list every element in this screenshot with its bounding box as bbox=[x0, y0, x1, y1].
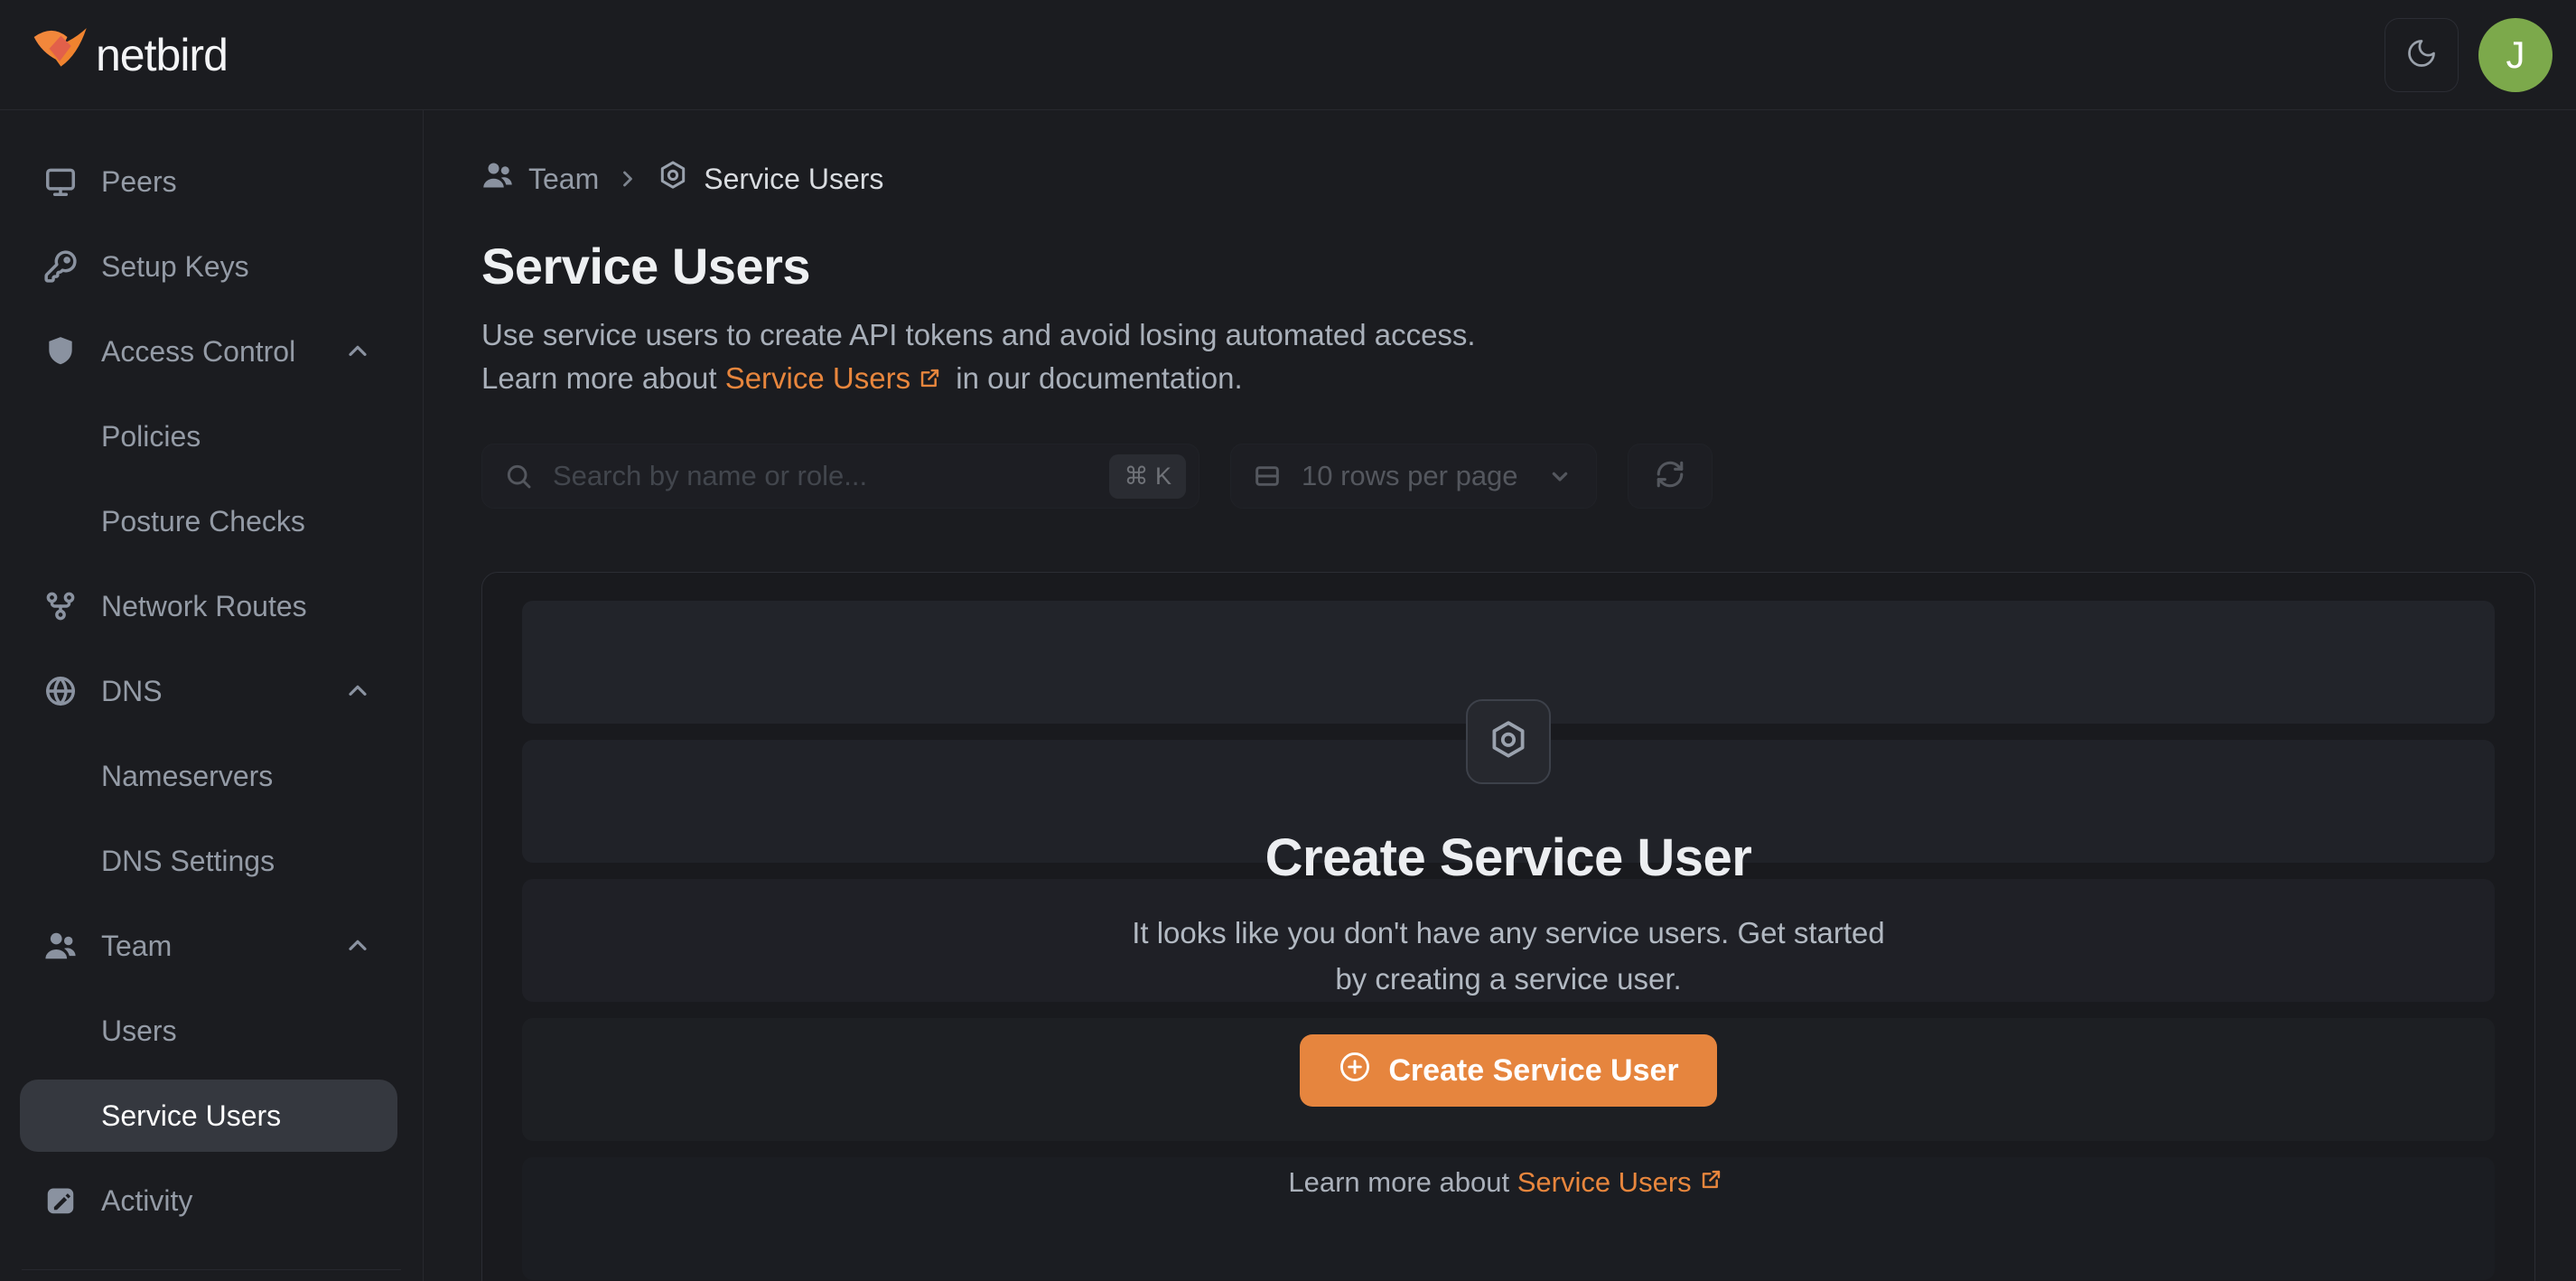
sidebar-item-label: Service Users bbox=[101, 1099, 281, 1133]
monitor-icon bbox=[43, 164, 78, 199]
learn-more-suffix: in our documentation. bbox=[956, 361, 1242, 395]
learn-more-prefix: Learn more about bbox=[481, 361, 717, 395]
refresh-button[interactable] bbox=[1628, 444, 1713, 509]
sidebar-item-label: DNS Settings bbox=[101, 845, 275, 878]
breadcrumb-label: Service Users bbox=[704, 163, 883, 196]
sidebar-item-label: Activity bbox=[101, 1184, 192, 1218]
breadcrumb-label: Team bbox=[528, 163, 599, 196]
rows-icon bbox=[1253, 462, 1282, 491]
rows-per-page-label: 10 rows per page bbox=[1302, 460, 1518, 492]
create-service-user-button[interactable]: Create Service User bbox=[1300, 1034, 1716, 1107]
service-user-hexagon-icon bbox=[1487, 718, 1530, 766]
fork-icon bbox=[43, 589, 78, 623]
search-box: ⌘ K bbox=[481, 444, 1199, 509]
page-description: Use service users to create API tokens a… bbox=[481, 313, 2535, 402]
sidebar-item-dns[interactable]: DNS bbox=[0, 649, 423, 734]
page-description-line1: Use service users to create API tokens a… bbox=[481, 313, 2535, 357]
create-service-user-button-label: Create Service User bbox=[1388, 1053, 1678, 1089]
shield-icon bbox=[43, 334, 78, 369]
logo-text: netbird bbox=[96, 29, 228, 81]
sidebar-item-label: Network Routes bbox=[101, 590, 307, 623]
top-bar-actions: J bbox=[2385, 18, 2553, 92]
sidebar-item-network-routes[interactable]: Network Routes bbox=[0, 564, 423, 649]
empty-state: Create Service User It looks like you do… bbox=[482, 573, 2534, 1281]
refresh-icon bbox=[1655, 459, 1685, 494]
sidebar-item-label: Team bbox=[101, 930, 172, 963]
sidebar-item-label: Setup Keys bbox=[101, 250, 249, 284]
sidebar-item-label: Policies bbox=[101, 420, 201, 453]
table-toolbar: ⌘ K 10 rows per page bbox=[481, 444, 2535, 509]
service-user-icon-tile bbox=[1466, 699, 1551, 784]
empty-state-message: It looks like you don't have any service… bbox=[1125, 910, 1892, 1002]
sidebar: Peers Setup Keys Access Control Policies bbox=[0, 110, 424, 1281]
sidebar-item-policies[interactable]: Policies bbox=[0, 394, 423, 479]
service-user-hexagon-icon bbox=[657, 159, 689, 199]
learn-more-footer: Learn more about Service Users bbox=[1288, 1166, 1728, 1199]
sidebar-item-label: Users bbox=[101, 1015, 177, 1048]
external-link-icon bbox=[1699, 1166, 1723, 1199]
sidebar-item-label: Nameservers bbox=[101, 760, 273, 793]
theme-toggle-button[interactable] bbox=[2385, 18, 2459, 92]
chevron-up-icon bbox=[343, 931, 372, 960]
chevron-up-icon bbox=[343, 337, 372, 366]
chevron-up-icon bbox=[343, 677, 372, 706]
sidebar-item-team[interactable]: Team bbox=[0, 903, 423, 988]
circle-plus-icon bbox=[1338, 1050, 1372, 1092]
page-description-line2: Learn more about Service Users in our do… bbox=[481, 357, 2535, 402]
breadcrumb: Team Service Users bbox=[481, 152, 2535, 206]
main-content: Team Service Users Service Users Use ser… bbox=[424, 110, 2576, 1281]
breadcrumb-team[interactable]: Team bbox=[481, 159, 599, 199]
rows-per-page-select[interactable]: 10 rows per page bbox=[1230, 444, 1597, 509]
sidebar-item-nameservers[interactable]: Nameservers bbox=[0, 734, 423, 818]
sidebar-item-dns-settings[interactable]: DNS Settings bbox=[0, 818, 423, 903]
sidebar-item-peers[interactable]: Peers bbox=[0, 139, 423, 224]
keyboard-shortcut-badge: ⌘ K bbox=[1109, 454, 1186, 499]
top-bar: netbird J bbox=[0, 0, 2576, 110]
chevron-right-icon bbox=[615, 166, 640, 192]
service-users-doc-link[interactable]: Service Users bbox=[1517, 1166, 1692, 1199]
activity-icon bbox=[43, 1183, 78, 1218]
sidebar-item-setup-keys[interactable]: Setup Keys bbox=[0, 224, 423, 309]
netbird-bird-icon bbox=[29, 22, 90, 88]
sidebar-item-posture-checks[interactable]: Posture Checks bbox=[0, 479, 423, 564]
sidebar-divider bbox=[22, 1269, 401, 1270]
empty-state-heading: Create Service User bbox=[1265, 828, 1752, 888]
sidebar-item-label: DNS bbox=[101, 675, 163, 708]
users-icon bbox=[43, 929, 78, 963]
search-icon bbox=[504, 462, 533, 491]
key-icon bbox=[43, 249, 78, 284]
globe-icon bbox=[43, 674, 78, 708]
sidebar-item-service-users[interactable]: Service Users bbox=[20, 1080, 397, 1152]
service-users-table-card: Create Service User It looks like you do… bbox=[481, 572, 2535, 1281]
learn-more-prefix: Learn more about bbox=[1288, 1166, 1509, 1199]
sidebar-item-access-control[interactable]: Access Control bbox=[0, 309, 423, 394]
avatar[interactable]: J bbox=[2478, 18, 2553, 92]
sidebar-item-users[interactable]: Users bbox=[0, 988, 423, 1073]
netbird-logo[interactable]: netbird bbox=[29, 22, 228, 88]
sidebar-item-label: Peers bbox=[101, 165, 177, 199]
page-title: Service Users bbox=[481, 237, 2535, 295]
search-input[interactable] bbox=[551, 459, 1109, 493]
users-icon bbox=[481, 159, 514, 199]
sidebar-item-label: Posture Checks bbox=[101, 505, 305, 538]
sidebar-item-label: Access Control bbox=[101, 335, 295, 369]
moon-icon bbox=[2405, 37, 2438, 72]
service-users-doc-link[interactable]: Service Users bbox=[725, 361, 910, 395]
external-link-icon bbox=[918, 359, 942, 402]
netbird-admin-app: netbird J Peers bbox=[0, 0, 2576, 1281]
breadcrumb-service-users[interactable]: Service Users bbox=[657, 159, 883, 199]
sidebar-item-activity[interactable]: Activity bbox=[0, 1158, 423, 1243]
avatar-initial: J bbox=[2506, 33, 2525, 77]
chevron-down-icon bbox=[1545, 462, 1574, 491]
